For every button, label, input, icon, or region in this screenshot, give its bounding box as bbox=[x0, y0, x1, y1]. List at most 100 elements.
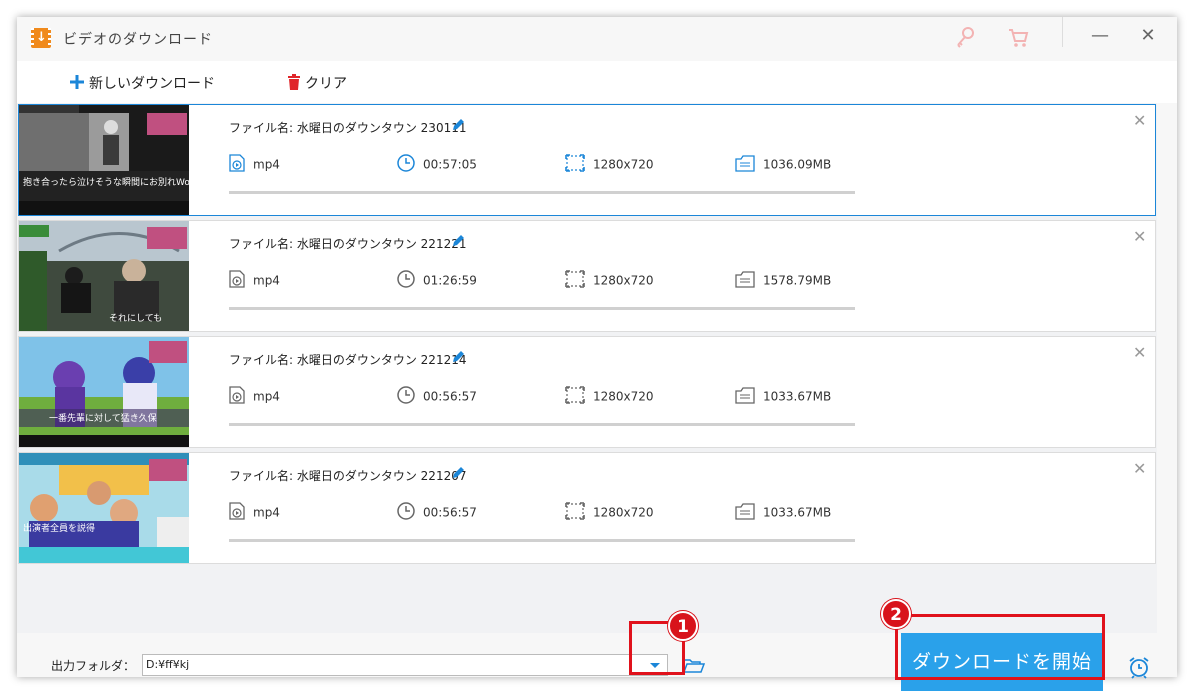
pencil-icon[interactable] bbox=[450, 233, 466, 253]
new-download-label: 新しいダウンロード bbox=[89, 76, 215, 92]
pencil-icon[interactable] bbox=[450, 117, 466, 137]
minimize-button[interactable]: — bbox=[1085, 25, 1115, 46]
list-item[interactable]: 出演者全員を説得 ファイル名: 水曜日のダウンタウン 221207 mp4 00… bbox=[18, 452, 1156, 564]
file-name: ファイル名: 水曜日のダウンタウン 230111 bbox=[229, 121, 467, 135]
trash-icon bbox=[287, 74, 301, 94]
new-download-button[interactable]: 新しいダウンロード bbox=[69, 73, 215, 94]
file-size-icon bbox=[735, 502, 755, 523]
size-value: 1578.79MB bbox=[763, 273, 832, 288]
video-thumbnail: 出演者全員を説得 bbox=[19, 453, 189, 563]
format-info: mp4 bbox=[229, 270, 280, 291]
key-icon[interactable] bbox=[955, 27, 975, 53]
remove-item-button[interactable]: ✕ bbox=[1133, 343, 1146, 362]
alarm-clock-icon[interactable] bbox=[1127, 655, 1151, 683]
file-size-icon bbox=[735, 270, 755, 291]
resolution-info: 1280x720 bbox=[565, 270, 654, 291]
download-list: 抱き合ったら泣けそうな瞬間にお別れWow.Wow ファイル名: 水曜日のダウンタ… bbox=[17, 103, 1157, 633]
video-thumbnail: 一番先輩に対して猛き久保 bbox=[19, 337, 189, 447]
resolution-value: 1280x720 bbox=[593, 389, 654, 404]
output-path-field[interactable]: D:¥ff¥kj bbox=[142, 654, 668, 676]
pencil-icon[interactable] bbox=[450, 465, 466, 485]
video-file-icon bbox=[229, 270, 245, 291]
thumb-caption: 出演者全員を説得 bbox=[23, 522, 95, 534]
file-size-icon bbox=[735, 154, 755, 175]
duration-value: 00:57:05 bbox=[423, 157, 477, 172]
clear-button[interactable]: クリア bbox=[287, 73, 347, 94]
clock-icon bbox=[397, 270, 415, 291]
close-button[interactable]: ✕ bbox=[1133, 25, 1163, 46]
resolution-icon bbox=[565, 386, 585, 407]
resolution-value: 1280x720 bbox=[593, 505, 654, 520]
title-bar: ↓ ビデオのダウンロード — ✕ bbox=[17, 17, 1177, 61]
size-value: 1033.67MB bbox=[763, 505, 832, 520]
progress-bar bbox=[229, 539, 855, 542]
resolution-icon bbox=[565, 270, 585, 291]
video-file-icon bbox=[229, 386, 245, 407]
size-value: 1033.67MB bbox=[763, 389, 832, 404]
step-badge-2: 2 bbox=[881, 599, 911, 629]
remove-item-button[interactable]: ✕ bbox=[1133, 459, 1146, 478]
clock-icon bbox=[397, 386, 415, 407]
duration-info: 01:26:59 bbox=[397, 270, 477, 291]
video-file-icon bbox=[229, 502, 245, 523]
remove-item-button[interactable]: ✕ bbox=[1133, 111, 1146, 130]
folder-open-icon[interactable] bbox=[682, 657, 706, 677]
download-film-icon: ↓ bbox=[31, 28, 51, 48]
format-value: mp4 bbox=[253, 389, 280, 404]
format-info: mp4 bbox=[229, 502, 280, 523]
list-item[interactable]: 抱き合ったら泣けそうな瞬間にお別れWow.Wow ファイル名: 水曜日のダウンタ… bbox=[18, 104, 1156, 216]
progress-bar bbox=[229, 307, 855, 310]
resolution-value: 1280x720 bbox=[593, 157, 654, 172]
window-title: ビデオのダウンロード bbox=[63, 32, 213, 48]
resolution-info: 1280x720 bbox=[565, 154, 654, 175]
size-info: 1033.67MB bbox=[735, 386, 831, 407]
size-info: 1036.09MB bbox=[735, 154, 831, 175]
resolution-info: 1280x720 bbox=[565, 386, 654, 407]
progress-bar bbox=[229, 423, 855, 426]
duration-value: 00:56:57 bbox=[423, 389, 477, 404]
highlight-download-button bbox=[895, 614, 1105, 680]
progress-bar bbox=[229, 191, 855, 194]
app-window: ↓ ビデオのダウンロード — ✕ 新しいダウンロード クリア 抱き合ったら泣けそ… bbox=[17, 17, 1177, 691]
video-file-icon bbox=[229, 154, 245, 175]
size-value: 1036.09MB bbox=[763, 157, 832, 172]
resolution-value: 1280x720 bbox=[593, 273, 654, 288]
format-info: mp4 bbox=[229, 154, 280, 175]
size-info: 1578.79MB bbox=[735, 270, 831, 291]
clear-label: クリア bbox=[305, 76, 347, 92]
duration-value: 00:56:57 bbox=[423, 505, 477, 520]
format-value: mp4 bbox=[253, 157, 280, 172]
title-separator bbox=[1062, 17, 1063, 47]
plus-icon bbox=[69, 74, 85, 94]
format-info: mp4 bbox=[229, 386, 280, 407]
toolbar: 新しいダウンロード クリア bbox=[17, 61, 1177, 103]
thumb-caption: 抱き合ったら泣けそうな瞬間にお別れWow.Wow bbox=[23, 176, 189, 188]
format-value: mp4 bbox=[253, 505, 280, 520]
video-thumbnail: それにしても bbox=[19, 221, 189, 331]
size-info: 1033.67MB bbox=[735, 502, 831, 523]
file-name: ファイル名: 水曜日のダウンタウン 221214 bbox=[229, 353, 467, 367]
file-name: ファイル名: 水曜日のダウンタウン 221221 bbox=[229, 237, 467, 251]
resolution-info: 1280x720 bbox=[565, 502, 654, 523]
list-item[interactable]: 一番先輩に対して猛き久保 ファイル名: 水曜日のダウンタウン 221214 mp… bbox=[18, 336, 1156, 448]
video-thumbnail: 抱き合ったら泣けそうな瞬間にお別れWow.Wow bbox=[19, 105, 189, 215]
clock-icon bbox=[397, 502, 415, 523]
pencil-icon[interactable] bbox=[450, 349, 466, 369]
resolution-icon bbox=[565, 154, 585, 175]
file-size-icon bbox=[735, 386, 755, 407]
duration-info: 00:57:05 bbox=[397, 154, 477, 175]
duration-value: 01:26:59 bbox=[423, 273, 477, 288]
file-name: ファイル名: 水曜日のダウンタウン 221207 bbox=[229, 469, 467, 483]
format-value: mp4 bbox=[253, 273, 280, 288]
cart-icon[interactable] bbox=[1007, 27, 1029, 53]
resolution-icon bbox=[565, 502, 585, 523]
list-item[interactable]: それにしても ファイル名: 水曜日のダウンタウン 221221 mp4 01:2… bbox=[18, 220, 1156, 332]
thumb-caption: 一番先輩に対して猛き久保 bbox=[49, 412, 157, 424]
step-badge-1: 1 bbox=[668, 611, 698, 641]
clock-icon bbox=[397, 154, 415, 175]
output-folder-label: 出力フォルダ： bbox=[51, 659, 136, 673]
thumb-caption: それにしても bbox=[109, 313, 162, 324]
remove-item-button[interactable]: ✕ bbox=[1133, 227, 1146, 246]
duration-info: 00:56:57 bbox=[397, 502, 477, 523]
vertical-scrollbar[interactable] bbox=[1157, 103, 1177, 633]
